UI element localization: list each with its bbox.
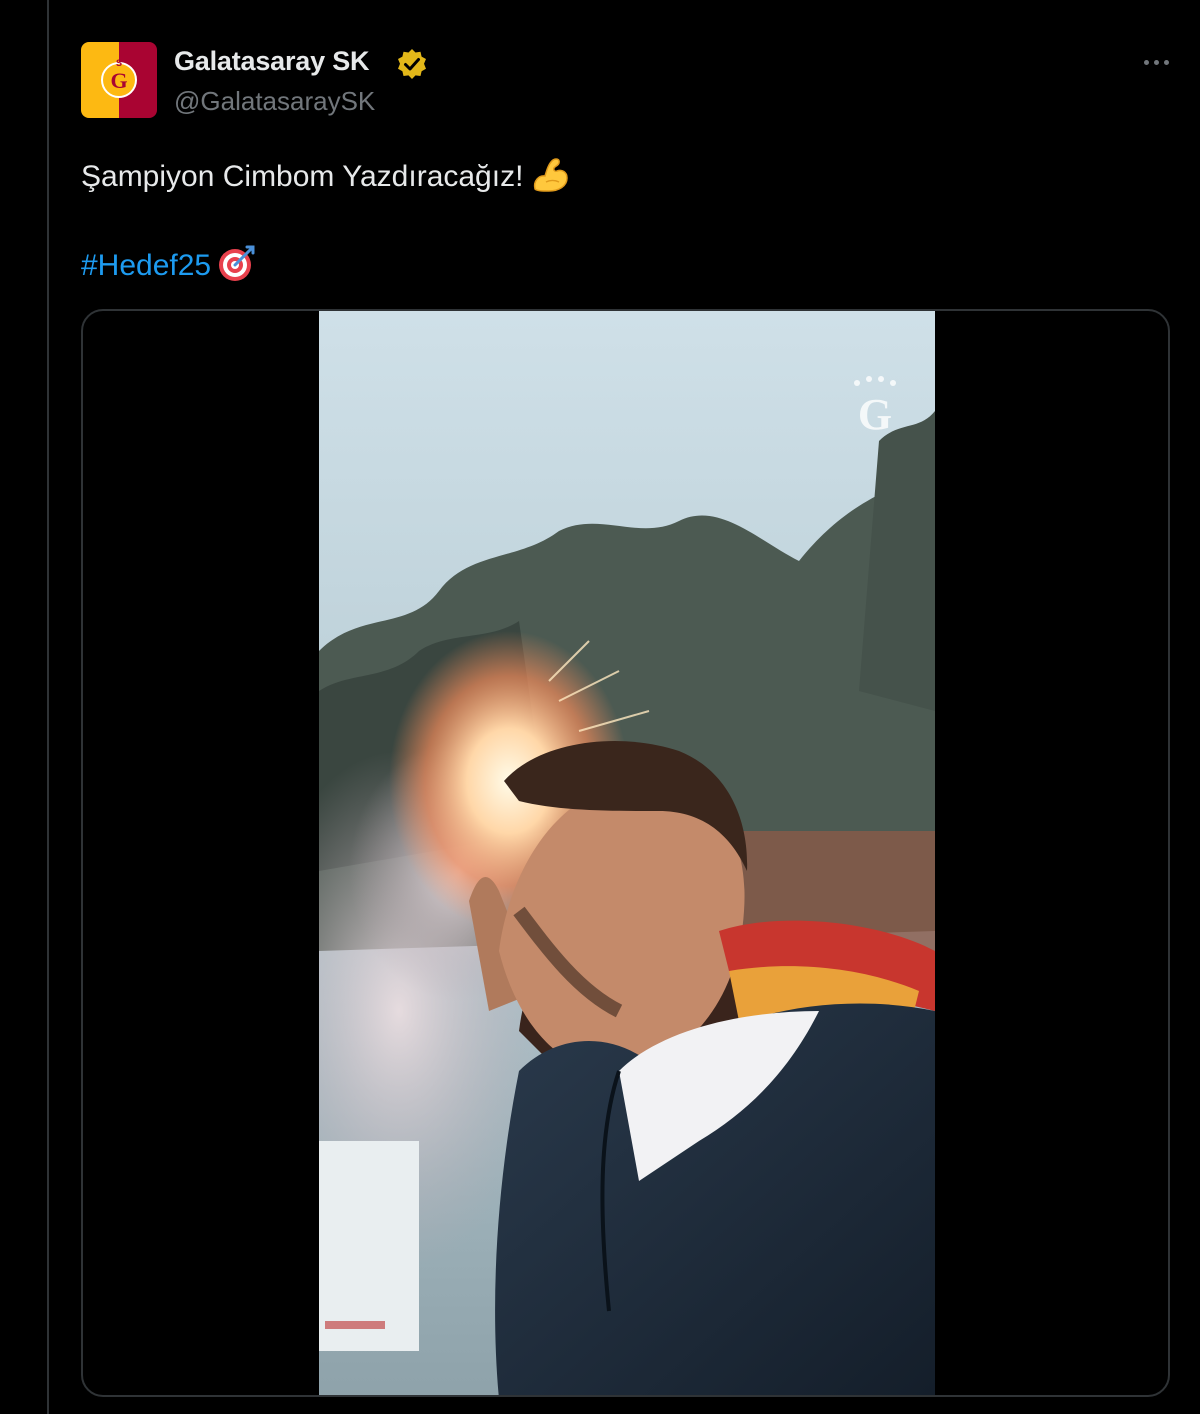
- fan-with-flare-icon: G: [319, 311, 935, 1395]
- svg-text:G: G: [110, 68, 127, 93]
- tweet-text: Şampiyon Cimbom Yazdıracağız!: [81, 153, 571, 203]
- more-dots-icon[interactable]: [1136, 48, 1176, 76]
- svg-text:G: G: [858, 390, 892, 439]
- direct-hit-target-icon: [217, 243, 257, 291]
- author-handle[interactable]: @GalatasaraySK: [174, 86, 375, 117]
- flexed-biceps-icon: [529, 153, 571, 203]
- hashtag-line: #Hedef25: [81, 243, 257, 291]
- svg-text:S: S: [116, 58, 122, 68]
- video-player[interactable]: G: [319, 311, 935, 1395]
- hashtag-link[interactable]: #Hedef25: [81, 249, 211, 282]
- media-card[interactable]: G: [81, 309, 1170, 1397]
- tweet-text-content: Şampiyon Cimbom Yazdıracağız!: [81, 159, 524, 193]
- author-display-name[interactable]: Galatasaray SK: [174, 46, 370, 77]
- galatasaray-crest-icon: G S: [81, 42, 157, 118]
- author-avatar[interactable]: G S: [81, 42, 157, 118]
- timeline-divider: [47, 0, 49, 1414]
- gold-verified-icon: [398, 49, 426, 79]
